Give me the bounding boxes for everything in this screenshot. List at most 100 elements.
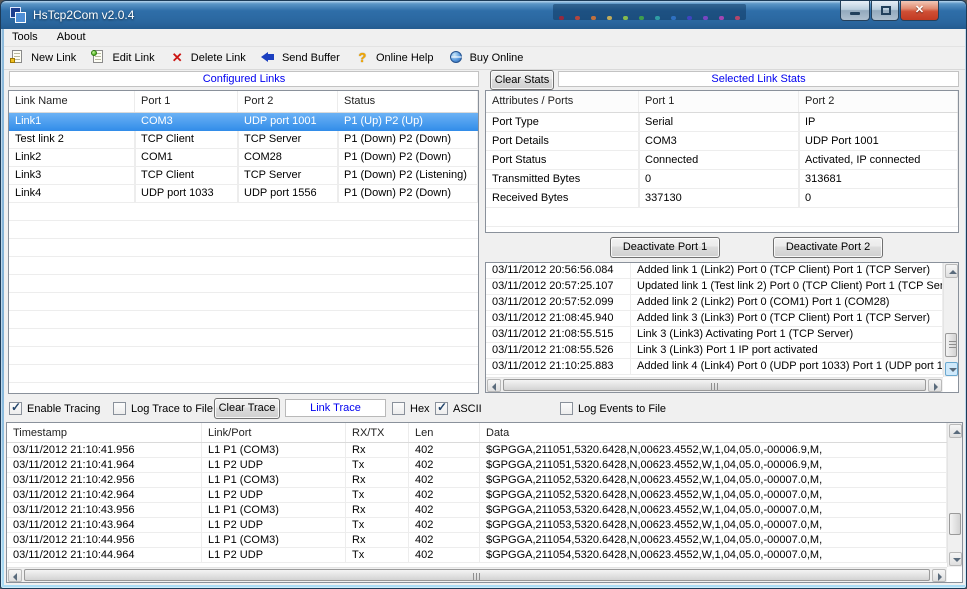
event-row[interactable]: 03/11/2012 20:57:52.099 Added link 2 (Li… <box>486 295 943 311</box>
scroll-up-button[interactable] <box>949 424 962 438</box>
trace-row[interactable]: 03/11/2012 21:10:44.964 L1 P2 UDP Tx 402… <box>7 548 947 563</box>
trace-row[interactable]: 03/11/2012 21:10:42.964 L1 P2 UDP Tx 402… <box>7 488 947 503</box>
online-help-button[interactable]: ? Online Help <box>351 48 440 69</box>
stats-row[interactable]: Port Type Serial IP <box>486 113 958 132</box>
event-row[interactable]: 03/11/2012 20:56:56.084 Added link 1 (Li… <box>486 263 943 279</box>
enable-tracing-label[interactable]: Enable Tracing <box>27 403 100 415</box>
event-hscrollbar[interactable] <box>486 377 943 392</box>
stats-row[interactable]: Port Status Connected Activated, IP conn… <box>486 151 958 170</box>
trace-col-data[interactable]: Data <box>480 423 947 442</box>
new-link-button[interactable]: New Link <box>6 48 82 69</box>
delete-link-button[interactable]: ✕ Delete Link <box>166 48 252 69</box>
link-row[interactable]: Link2 COM1 COM28 P1 (Down) P2 (Down) <box>9 149 478 167</box>
scroll-thumb[interactable] <box>945 333 957 357</box>
trace-row[interactable]: 03/11/2012 21:10:44.956 L1 P1 (COM3) Rx … <box>7 533 947 548</box>
link-row[interactable]: Link3 TCP Client TCP Server P1 (Down) P2… <box>9 167 478 185</box>
links-col-port2[interactable]: Port 2 <box>238 91 338 112</box>
hex-label[interactable]: Hex <box>410 403 430 415</box>
links-col-port1[interactable]: Port 1 <box>135 91 238 112</box>
trace-row[interactable]: 03/11/2012 21:10:41.956 L1 P1 (COM3) Rx … <box>7 443 947 458</box>
trace-vscrollbar[interactable] <box>947 423 962 567</box>
selected-link-stats-header: Selected Link Stats <box>558 71 959 87</box>
link-trace-panel: Link Trace <box>285 399 386 417</box>
trace-row[interactable]: 03/11/2012 21:10:43.956 L1 P1 (COM3) Rx … <box>7 503 947 518</box>
stats-row[interactable]: Port Details COM3 UDP Port 1001 <box>486 132 958 151</box>
stats-row[interactable]: Transmitted Bytes 0 313681 <box>486 170 958 189</box>
trace-col-linkport[interactable]: Link/Port <box>202 423 346 442</box>
trace-row[interactable]: 03/11/2012 21:10:43.964 L1 P2 UDP Tx 402… <box>7 518 947 533</box>
links-col-status[interactable]: Status <box>338 91 478 112</box>
event-row[interactable]: 03/11/2012 20:57:25.107 Updated link 1 (… <box>486 279 943 295</box>
close-button[interactable]: ✕ <box>900 1 939 21</box>
stats-col-attr[interactable]: Attributes / Ports <box>486 91 639 112</box>
trace-row[interactable]: 03/11/2012 21:10:42.956 L1 P1 (COM3) Rx … <box>7 473 947 488</box>
scroll-down-button[interactable] <box>945 362 958 376</box>
ascii-label[interactable]: ASCII <box>453 403 482 415</box>
trace-col-timestamp[interactable]: Timestamp <box>7 423 202 442</box>
link-port1-cell: TCP Client <box>135 131 238 149</box>
link-row[interactable]: Test link 2 TCP Client TCP Server P1 (Do… <box>9 131 478 149</box>
event-time-cell: 03/11/2012 21:08:55.526 <box>486 343 631 359</box>
scroll-right-button[interactable] <box>932 569 946 582</box>
deactivate-port1-button[interactable]: Deactivate Port 1 <box>610 237 720 258</box>
trace-len-cell: 402 <box>409 518 480 533</box>
trace-ts-cell: 03/11/2012 21:10:44.956 <box>7 533 202 548</box>
ascii-checkbox[interactable]: ✓ <box>435 402 448 415</box>
link-row[interactable]: Link1 COM3 UDP port 1001 P1 (Up) P2 (Up) <box>9 113 478 131</box>
menu-tools[interactable]: Tools <box>4 29 46 47</box>
stats-col-port2[interactable]: Port 2 <box>799 91 958 112</box>
trace-row[interactable]: 03/11/2012 21:10:41.964 L1 P2 UDP Tx 402… <box>7 458 947 473</box>
link-row[interactable]: Link4 UDP port 1033 UDP port 1556 P1 (Do… <box>9 185 478 203</box>
trace-data-cell: $GPGGA,211052,5320.6428,N,00623.4552,W,1… <box>480 473 947 488</box>
event-log: 03/11/2012 20:56:56.084 Added link 1 (Li… <box>485 262 959 393</box>
trace-port-cell: L1 P2 UDP <box>202 458 346 473</box>
log-trace-checkbox[interactable] <box>113 402 126 415</box>
trace-ts-cell: 03/11/2012 21:10:43.956 <box>7 503 202 518</box>
edit-link-button[interactable]: Edit Link <box>87 48 160 69</box>
scroll-down-button[interactable] <box>949 552 962 566</box>
trace-hscrollbar[interactable] <box>7 567 947 582</box>
scroll-thumb[interactable] <box>24 569 930 581</box>
stats-col-port1[interactable]: Port 1 <box>639 91 799 112</box>
enable-tracing-checkbox[interactable]: ✓ <box>9 402 22 415</box>
maximize-button[interactable] <box>871 1 899 21</box>
trace-header-row: Timestamp Link/Port RX/TX Len Data <box>7 423 947 443</box>
scroll-up-button[interactable] <box>945 264 958 278</box>
event-row[interactable]: 03/11/2012 21:08:55.526 Link 3 (Link3) P… <box>486 343 943 359</box>
trace-col-len[interactable]: Len <box>409 423 480 442</box>
arrow-up-icon <box>953 430 961 434</box>
clear-stats-button[interactable]: Clear Stats <box>490 70 554 90</box>
scroll-thumb[interactable] <box>949 513 961 535</box>
log-trace-label[interactable]: Log Trace to File <box>131 403 213 415</box>
buy-online-icon <box>449 50 464 65</box>
event-vscrollbar[interactable] <box>943 263 958 377</box>
scroll-left-button[interactable] <box>487 379 501 392</box>
menu-about[interactable]: About <box>49 29 94 47</box>
send-buffer-button[interactable]: Send Buffer <box>257 48 346 69</box>
event-row[interactable]: 03/11/2012 21:10:25.883 Added link 4 (Li… <box>486 359 943 375</box>
clear-trace-button[interactable]: Clear Trace <box>214 398 280 419</box>
buy-online-button[interactable]: Buy Online <box>445 48 530 69</box>
stats-row[interactable]: Received Bytes 337130 0 <box>486 189 958 208</box>
hex-checkbox[interactable] <box>392 402 405 415</box>
minimize-button[interactable] <box>840 1 870 21</box>
trace-port-cell: L1 P2 UDP <box>202 488 346 503</box>
event-row[interactable]: 03/11/2012 21:08:45.940 Added link 3 (Li… <box>486 311 943 327</box>
trace-len-cell: 402 <box>409 503 480 518</box>
deactivate-port2-button[interactable]: Deactivate Port 2 <box>773 237 883 258</box>
thumb-grip-icon <box>473 573 482 580</box>
configured-links-header: Configured Links <box>9 71 479 87</box>
event-row[interactable]: 03/11/2012 21:08:55.515 Link 3 (Link3) A… <box>486 327 943 343</box>
scroll-right-button[interactable] <box>928 379 942 392</box>
trace-col-rxtx[interactable]: RX/TX <box>346 423 409 442</box>
log-events-label[interactable]: Log Events to File <box>578 403 666 415</box>
event-msg-cell: Added link 2 (Link2) Port 0 (COM1) Port … <box>631 295 943 311</box>
online-help-icon: ? <box>355 50 370 65</box>
stat-p2-cell: 313681 <box>799 170 958 189</box>
links-col-name[interactable]: Link Name <box>9 91 135 112</box>
scroll-thumb[interactable] <box>503 379 926 391</box>
link-port2-cell: TCP Server <box>238 131 338 149</box>
scroll-left-button[interactable] <box>8 569 22 582</box>
titlebar[interactable]: HsTcp2Com v2.0.4 ✕ <box>1 1 966 29</box>
log-events-checkbox[interactable] <box>560 402 573 415</box>
